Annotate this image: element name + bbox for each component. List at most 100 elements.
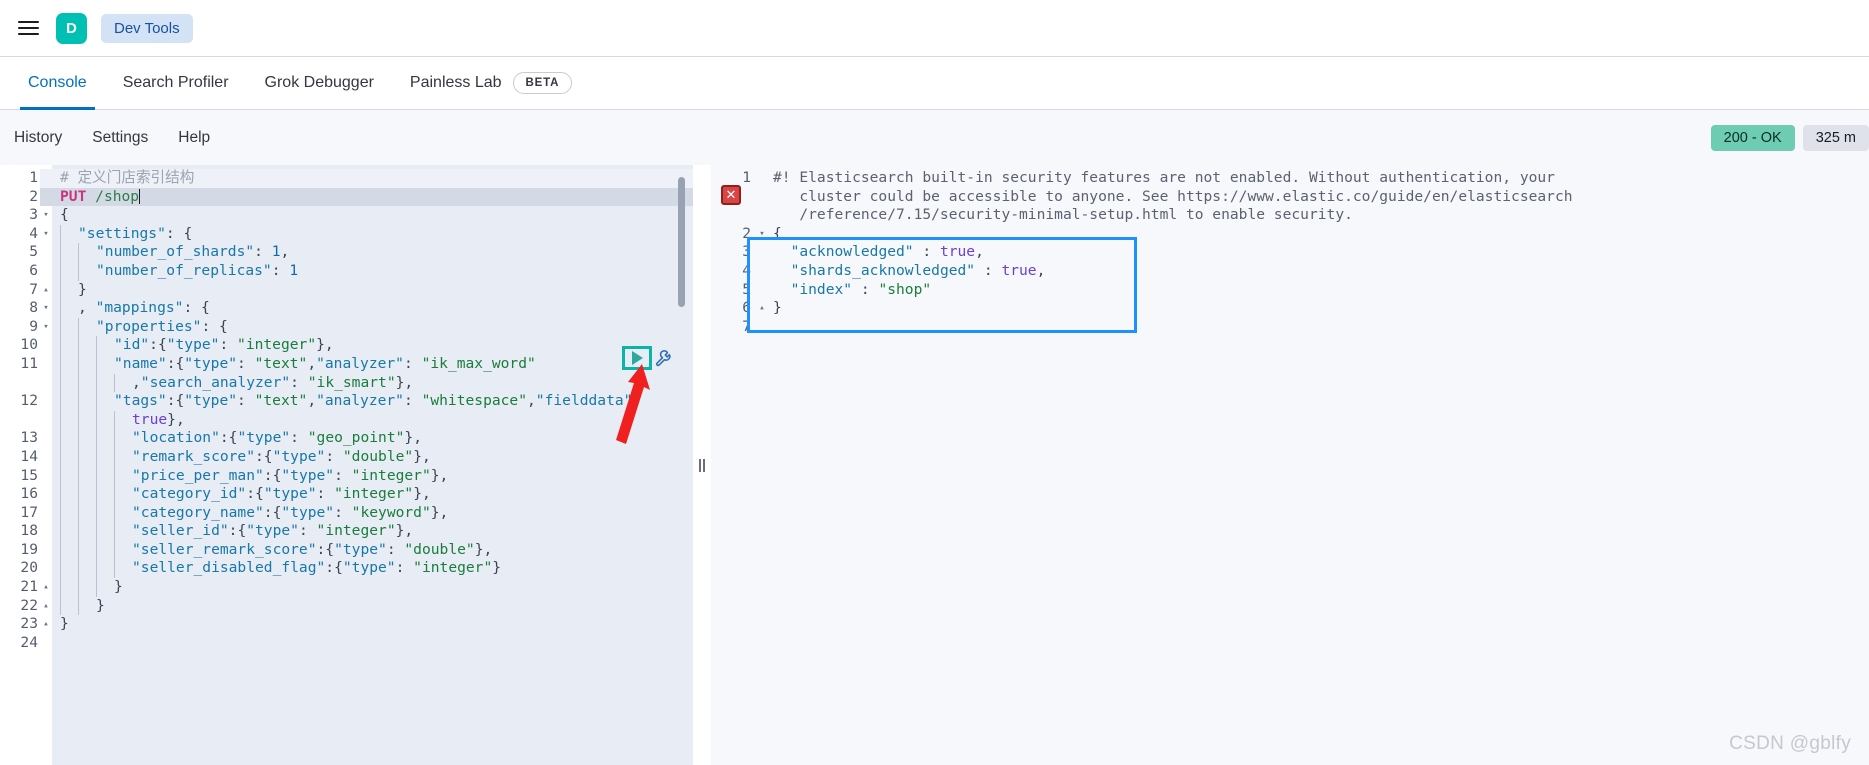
code-token: : [852, 280, 879, 298]
editor-line-number: 6 [0, 261, 40, 281]
editor-line[interactable]: 23 ▴} [0, 615, 693, 634]
response-line-number: 5 [742, 280, 751, 298]
editor-line-number: 23 [0, 615, 40, 634]
response-time-badge: 325 m [1802, 124, 1869, 151]
editor-line[interactable]: 16 "category_id":{"type": "integer"}, [0, 485, 693, 504]
editor-line[interactable]: 7 ▴} [0, 280, 693, 300]
code-token: "remark_score" [132, 447, 256, 465]
editor-scrollbar[interactable] [678, 177, 685, 307]
code-token: "integer" [237, 336, 317, 354]
request-editor-pane[interactable]: 1 # 定义门店索引结构 2 PUT /shop 3 ▾{4 ▾ "settings": {5… [0, 165, 693, 765]
editor-line[interactable]: 5 "number_of_shards": 1, [0, 243, 693, 262]
editor-line[interactable]: true}, [0, 410, 693, 430]
code-token: : [290, 429, 308, 447]
response-line-text: { [767, 225, 782, 244]
response-fold-icon[interactable]: ▴ [757, 299, 767, 318]
response-line: 3 "acknowledged" : true, [711, 243, 1869, 262]
fold-toggle-icon[interactable]: ▾ [40, 206, 52, 225]
editor-line-number: 19 [0, 540, 40, 560]
editor-line-text: "location":{"type": "geo_point"}, [52, 429, 693, 448]
editor-line[interactable]: 24 [0, 633, 693, 653]
editor-line[interactable]: 22 ▴} [0, 596, 693, 616]
code-token: : [325, 447, 343, 465]
sub-nav-history[interactable]: History [14, 129, 62, 147]
tab-painless-lab[interactable]: Painless Lab BETA [392, 57, 590, 109]
code-token: "category_id" [132, 485, 247, 503]
response-line-number: 7 [742, 317, 751, 335]
editor-line-number: 14 [0, 447, 40, 467]
fold-toggle-icon[interactable]: ▾ [40, 317, 52, 337]
code-token: "search_analyzer" [140, 373, 291, 391]
editor-line[interactable]: 17 "category_name":{"type": "keyword"}, [0, 503, 693, 523]
editor-line[interactable]: 15 "price_per_man":{"type": "integer"}, [0, 466, 693, 486]
tab-console[interactable]: Console [10, 57, 105, 110]
wrench-icon[interactable] [654, 347, 676, 369]
code-token: }, [474, 540, 493, 558]
editor-line-number: 21 [0, 578, 40, 597]
editor-line[interactable]: 12 "tags":{"type": "text","analyzer": "wh… [0, 392, 693, 411]
code-token: }, [413, 447, 431, 465]
sub-nav-help[interactable]: Help [178, 129, 210, 147]
editor-line-text: "category_id":{"type": "integer"}, [52, 485, 693, 504]
play-triangle-icon[interactable] [622, 346, 652, 370]
code-token: "ik_max_word" [421, 354, 536, 372]
code-token: "analyzer" [316, 354, 404, 372]
code-token: "type" [184, 354, 238, 372]
hamburger-menu-icon[interactable] [14, 14, 42, 42]
sub-nav-settings[interactable]: Settings [92, 129, 148, 147]
breadcrumb-dev-tools[interactable]: Dev Tools [101, 13, 193, 43]
tab-search-profiler[interactable]: Search Profiler [105, 57, 247, 109]
editor-line[interactable]: 21 ▴} [0, 578, 693, 597]
code-token: : [316, 485, 335, 503]
fold-toggle-icon[interactable]: ▴ [40, 615, 52, 634]
code-token: } [773, 299, 782, 317]
editor-line[interactable]: 6 "number_of_replicas": 1 [0, 261, 693, 281]
response-line-text: /reference/7.15/security-minimal-setup.h… [767, 206, 1353, 225]
editor-line[interactable]: 19 "seller_remark_score":{"type": "double… [0, 540, 693, 560]
code-token: "geo_point" [307, 429, 405, 447]
fold-toggle-icon[interactable]: ▴ [40, 596, 52, 616]
code-token: : [395, 559, 414, 577]
editor-line[interactable]: 2 PUT /shop [0, 187, 693, 207]
code-token: }, [395, 373, 414, 391]
editor-line[interactable]: 11 "name":{"type": "text","analyzer": "ik… [0, 354, 693, 374]
editor-line-text: , "mappings": { [52, 299, 693, 318]
editor-line[interactable]: 9 ▾ "properties": { [0, 317, 693, 337]
editor-line-text: "id":{"type": "integer"}, [52, 336, 693, 355]
fold-toggle-icon[interactable]: ▾ [40, 299, 52, 318]
editor-line[interactable]: 3 ▾ { [0, 206, 693, 225]
editor-line-text: } [52, 280, 693, 300]
error-x-icon[interactable]: ✕ [721, 185, 741, 205]
fold-toggle-icon[interactable]: ▴ [40, 578, 52, 597]
tab-grok-debugger[interactable]: Grok Debugger [247, 57, 392, 109]
editor-line[interactable]: 18 "seller_id":{"type": "integer"}, [0, 522, 693, 541]
editor-line[interactable]: 1 # 定义门店索引结构 [0, 169, 693, 188]
request-editor-code[interactable]: 1 # 定义门店索引结构 2 PUT /shop 3 ▾{4 ▾ "settings": {5… [0, 165, 693, 653]
editor-line-number: 11 [0, 354, 40, 374]
pane-splitter[interactable] [693, 165, 711, 765]
fold-toggle-icon[interactable]: ▾ [40, 224, 52, 244]
code-token: "type" [272, 447, 326, 465]
editor-line[interactable]: 20 "seller_disabled_flag":{"type": "integ… [0, 559, 693, 579]
code-token: : [386, 540, 405, 558]
fold-toggle-icon[interactable]: ▴ [40, 280, 52, 300]
response-line-number: 6 [742, 299, 751, 317]
response-line-number: 3 [742, 243, 751, 261]
indent-guides [60, 224, 78, 244]
editor-line[interactable]: 14 "remark_score":{"type": "double"}, [0, 447, 693, 467]
space-avatar[interactable]: D [56, 12, 87, 44]
response-line-text: "acknowledged" : true, [767, 243, 984, 262]
editor-line[interactable]: 10 "id":{"type": "integer"}, [0, 336, 693, 355]
response-fold-icon[interactable]: ▾ [757, 225, 767, 244]
editor-line[interactable]: 13 "location":{"type": "geo_point"}, [0, 429, 693, 448]
indent-guides [60, 243, 96, 262]
editor-line[interactable]: 8 ▾, "mappings": { [0, 299, 693, 318]
code-token: /shop [95, 187, 140, 205]
code-token: :{ [219, 429, 238, 447]
editor-line[interactable]: ,"search_analyzer": "ik_smart"}, [0, 373, 693, 393]
editor-line-number: 4 [0, 224, 40, 244]
editor-line[interactable]: 4 ▾ "settings": { [0, 224, 693, 244]
editor-line-number: 5 [0, 243, 40, 262]
response-pane[interactable]: 1 #! Elasticsearch built-in security feat… [711, 165, 1869, 765]
